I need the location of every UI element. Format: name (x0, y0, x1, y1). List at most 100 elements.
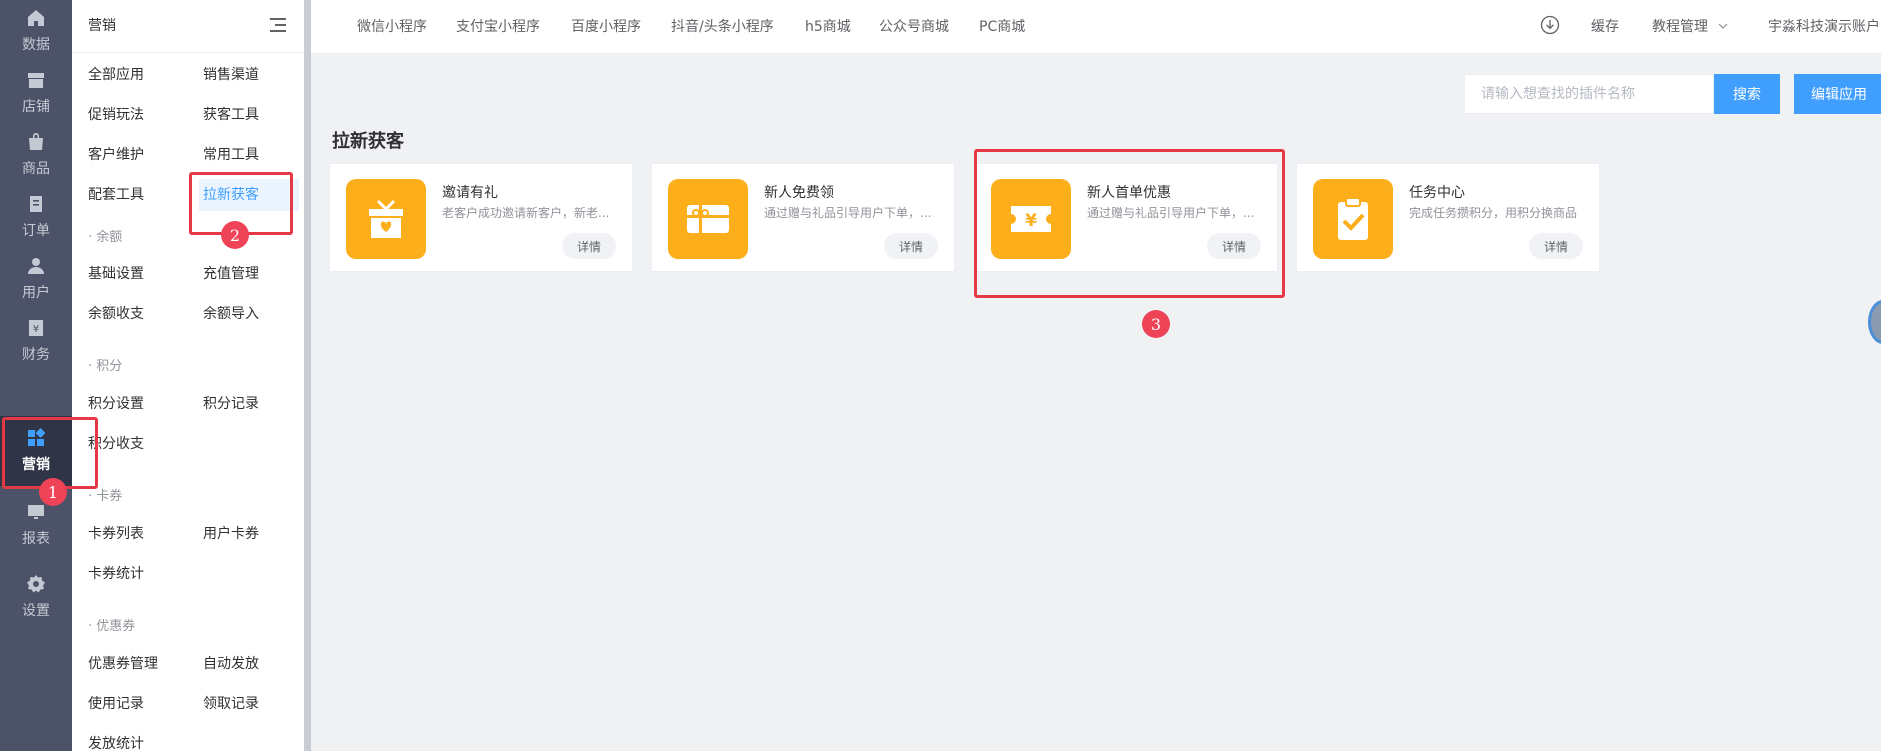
menu-base-settings[interactable]: 基础设置 (84, 258, 144, 290)
card-icon-container (346, 179, 426, 259)
nav-item-finance[interactable]: ¥ 财务 (0, 310, 72, 372)
main-nav-rail: 数据 店铺 商品 订单 用户 ¥ 财务 营销 报表 设置 (0, 0, 72, 751)
tab-official-account-mall[interactable]: 公众号商城 (879, 16, 949, 36)
group-balance: · 余额 (88, 230, 123, 245)
user-icon (28, 258, 44, 274)
menu-all-apps[interactable]: 全部应用 (84, 59, 144, 91)
nav-item-store[interactable]: 店铺 (0, 62, 72, 124)
top-bar: 微信小程序 支付宝小程序 百度小程序 抖音/头条小程序 h5商城 公众号商城 P… (311, 0, 1881, 53)
nav-item-label: 设置 (22, 603, 50, 619)
menu-support-tools[interactable]: 配套工具 (84, 179, 144, 211)
nav-item-data[interactable]: 数据 (0, 0, 72, 62)
tab-wechat-miniapp[interactable]: 微信小程序 (357, 16, 427, 36)
details-button[interactable]: 详情 (1207, 233, 1261, 259)
home-icon (28, 10, 44, 26)
plugin-search-input[interactable] (1465, 75, 1713, 113)
nav-item-label: 用户 (22, 285, 50, 301)
menu-sales-channel[interactable]: 销售渠道 (199, 59, 259, 91)
nav-item-label: 数据 (22, 37, 50, 53)
menu-balance-flow[interactable]: 余额收支 (84, 298, 144, 330)
app-card-invite[interactable]: 邀请有礼 老客户成功邀请新客户，新老... 详情 (329, 163, 633, 272)
nav-item-label: 店铺 (22, 99, 50, 115)
menu-acquisition-tools[interactable]: 获客工具 (199, 99, 259, 131)
menu-promo[interactable]: 促销玩法 (84, 99, 144, 131)
giftcard-icon (687, 205, 729, 233)
tab-pc-mall[interactable]: PC商城 (979, 16, 1025, 36)
app-card-task-center[interactable]: 任务中心 完成任务攒积分，用积分换商品 详情 (1296, 163, 1600, 272)
report-icon (28, 505, 44, 519)
details-button[interactable]: 详情 (1529, 233, 1583, 259)
nav-item-orders[interactable]: 订单 (0, 186, 72, 248)
bag-icon (29, 133, 43, 150)
gear-icon (27, 575, 45, 593)
menu-coupon-manage[interactable]: 优惠券管理 (84, 648, 158, 680)
submenu-header: 营销 (72, 0, 304, 53)
nav-item-label: 商品 (22, 161, 50, 177)
nav-item-users[interactable]: 用户 (0, 248, 72, 310)
nav-item-label: 财务 (22, 347, 50, 363)
step-badge-1: 1 (39, 478, 67, 506)
nav-item-goods[interactable]: 商品 (0, 124, 72, 186)
step-badge-2: 2 (221, 221, 249, 249)
card-title: 新人免费领 (764, 185, 834, 201)
tab-alipay-miniapp[interactable]: 支付宝小程序 (456, 16, 540, 36)
tutorial-label: 教程管理 (1652, 19, 1708, 35)
menu-balance-import[interactable]: 余额导入 (199, 298, 259, 330)
group-cards: · 卡券 (88, 489, 123, 504)
tab-h5-mall[interactable]: h5商城 (805, 16, 851, 36)
card-icon-container: ¥ (991, 179, 1071, 259)
order-icon (30, 196, 42, 212)
apps-icon (28, 428, 46, 446)
group-points: · 积分 (88, 359, 123, 374)
floating-avatar[interactable] (1868, 300, 1881, 344)
gift-icon (369, 199, 403, 238)
details-button[interactable]: 详情 (562, 233, 616, 259)
section-title: 拉新获客 (332, 131, 404, 152)
menu-retention[interactable]: 客户维护 (84, 139, 144, 171)
tab-douyin-miniapp[interactable]: 抖音/头条小程序 (671, 16, 774, 36)
nav-item-label: 营销 (22, 457, 50, 473)
nav-item-label: 报表 (22, 531, 50, 547)
menu-points-settings[interactable]: 积分设置 (84, 388, 144, 420)
menu-card-list[interactable]: 卡券列表 (84, 518, 144, 550)
tutorial-menu[interactable]: 教程管理 (1652, 16, 1728, 36)
step-badge-3: 3 (1142, 310, 1170, 338)
card-description: 通过赠与礼品引导用户下单，... (764, 206, 932, 220)
card-title: 邀请有礼 (442, 185, 498, 201)
menu-common-tools[interactable]: 常用工具 (199, 139, 259, 171)
download-icon[interactable] (1540, 15, 1560, 35)
store-icon (28, 73, 44, 88)
menu-usage-records[interactable]: 使用记录 (84, 688, 144, 720)
nav-item-settings[interactable]: 设置 (0, 566, 72, 628)
app-card-newcomer-free[interactable]: 新人免费领 通过赠与礼品引导用户下单，... 详情 (651, 163, 955, 272)
menu-points-records[interactable]: 积分记录 (199, 388, 259, 420)
menu-issue-stats[interactable]: 发放统计 (84, 728, 144, 751)
menu-card-stats[interactable]: 卡券统计 (84, 558, 144, 590)
panel-divider (304, 0, 311, 751)
app-card-first-order[interactable]: ¥ 新人首单优惠 通过赠与礼品引导用户下单，... 详情 (974, 163, 1278, 272)
nav-item-marketing[interactable]: 营销 (0, 416, 72, 486)
card-description: 通过赠与礼品引导用户下单，... (1087, 206, 1255, 220)
card-title: 任务中心 (1409, 185, 1465, 201)
search-button[interactable]: 搜索 (1714, 74, 1780, 114)
edit-apps-button[interactable]: 编辑应用 (1794, 74, 1881, 114)
collapse-menu-icon[interactable] (268, 16, 286, 34)
card-icon-container (1313, 179, 1393, 259)
menu-new-customer[interactable]: 拉新获客 (199, 179, 299, 211)
menu-claim-records[interactable]: 领取记录 (199, 688, 259, 720)
svg-text:¥: ¥ (1025, 211, 1037, 231)
submenu-title: 营销 (88, 18, 116, 34)
card-description: 老客户成功邀请新客户，新老... (442, 206, 610, 220)
cache-button[interactable]: 缓存 (1591, 16, 1619, 36)
menu-auto-issue[interactable]: 自动发放 (199, 648, 259, 680)
group-coupons: · 优惠券 (88, 619, 136, 634)
svg-text:¥: ¥ (33, 324, 39, 335)
menu-recharge[interactable]: 充值管理 (199, 258, 259, 290)
menu-user-cards[interactable]: 用户卡券 (199, 518, 259, 550)
marketing-submenu: 营销 全部应用 销售渠道 促销玩法 获客工具 客户维护 常用工具 配套工具 拉新… (72, 0, 304, 751)
tab-baidu-miniapp[interactable]: 百度小程序 (571, 16, 641, 36)
menu-points-flow[interactable]: 积分收支 (84, 428, 144, 460)
details-button[interactable]: 详情 (884, 233, 938, 259)
account-menu[interactable]: 宇淼科技演示账户 (1768, 16, 1880, 36)
yen-ticket-icon: ¥ (1011, 206, 1051, 232)
